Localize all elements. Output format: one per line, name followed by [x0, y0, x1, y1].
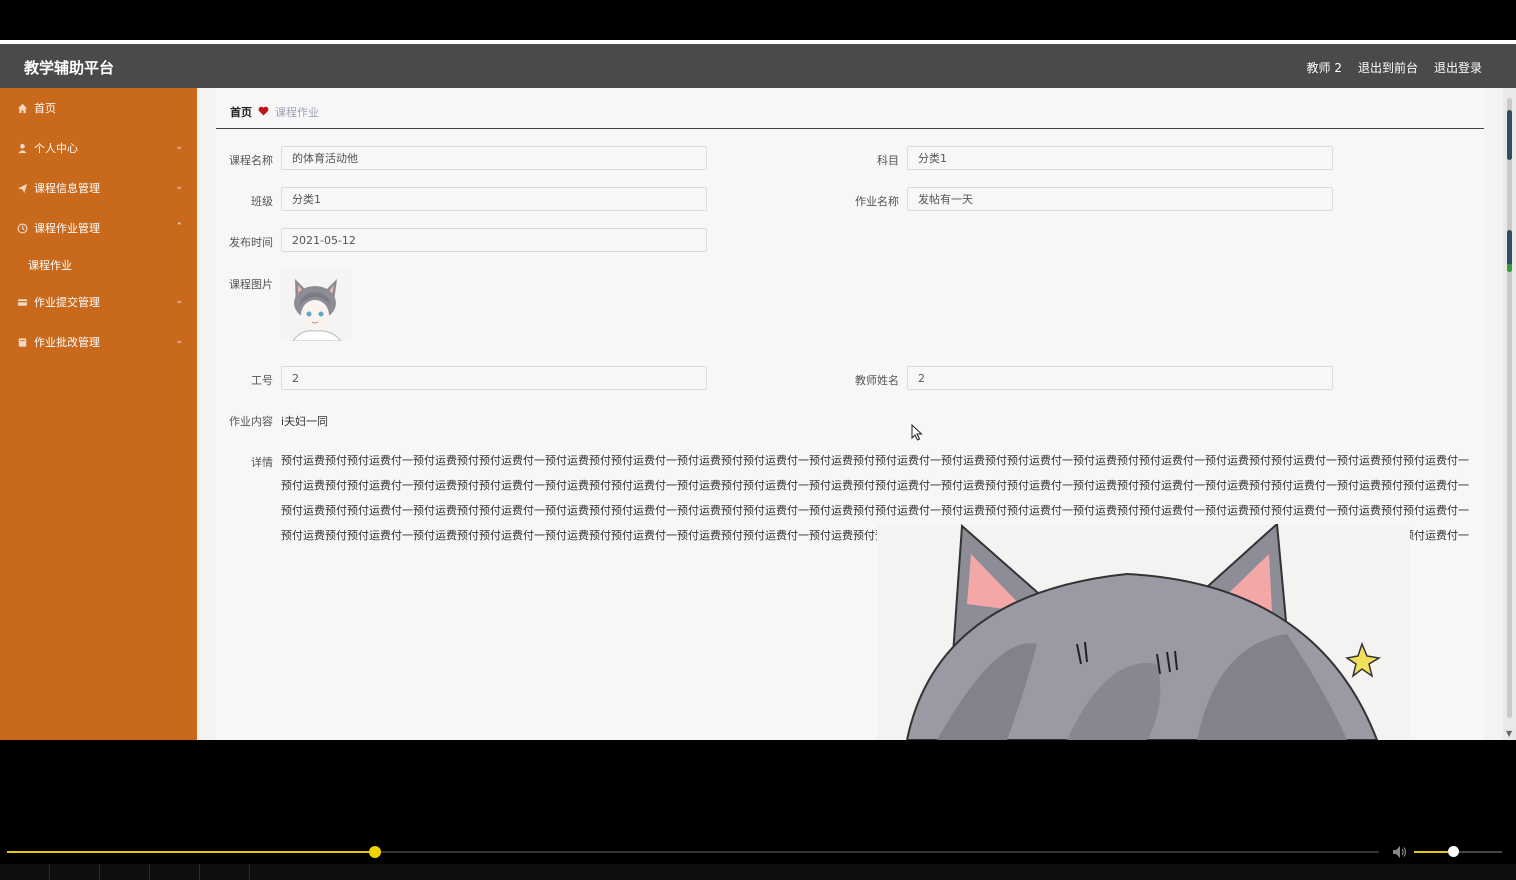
taskbar-slot[interactable] — [150, 864, 200, 880]
chevron-down-icon: ⌄ — [175, 182, 183, 192]
sidebar-item-personal-center[interactable]: 个人中心 ⌄ — [0, 128, 197, 168]
video-player-controls — [0, 740, 1516, 880]
sidebar-item-homework-submit[interactable]: 作业提交管理 ⌄ — [0, 282, 197, 322]
homework-content-value: i夫妇一同 — [281, 415, 329, 428]
scrollbar-track — [1507, 98, 1512, 718]
sidebar: 首页 个人中心 ⌄ 课程信息管理 ⌄ 课程作业管理 ⌃ 课程作业 作业提交管理 … — [0, 88, 197, 740]
sidebar-item-label: 课程信息管理 — [34, 182, 100, 195]
send-icon — [16, 182, 28, 194]
publish-time-label: 发布时间 — [229, 236, 273, 249]
sidebar-item-course-info[interactable]: 课程信息管理 ⌄ — [0, 168, 197, 208]
sidebar-item-homework-grading[interactable]: 作业批改管理 ⌄ — [0, 322, 197, 362]
heart-icon — [258, 106, 269, 119]
logout-link[interactable]: 退出登录 — [1434, 59, 1482, 76]
vertical-scrollbar[interactable]: ▼ — [1503, 88, 1516, 740]
taskbar-slot[interactable] — [200, 864, 250, 880]
sidebar-item-label: 作业批改管理 — [34, 336, 100, 349]
taskbar-slot[interactable] — [50, 864, 100, 880]
app-title: 教学辅助平台 — [24, 59, 115, 77]
job-no-label: 工号 — [251, 374, 273, 387]
progress-fill — [7, 851, 375, 853]
details-image — [877, 524, 1410, 740]
card-icon — [16, 296, 28, 308]
taskbar — [0, 864, 1516, 880]
taskbar-slot[interactable] — [100, 864, 150, 880]
job-no-field[interactable]: 2 — [281, 366, 707, 390]
subject-field[interactable]: 分类1 — [907, 146, 1333, 170]
course-image-label: 课程图片 — [229, 278, 273, 291]
publish-time-field[interactable]: 2021-05-12 — [281, 228, 707, 252]
chevron-down-icon: ⌄ — [175, 142, 183, 152]
sidebar-item-label: 作业提交管理 — [34, 296, 100, 309]
class-label: 班级 — [251, 195, 273, 208]
subject-label: 科目 — [877, 154, 899, 167]
teacher-name-label: 教师姓名 — [855, 374, 899, 387]
course-name-label: 课程名称 — [229, 154, 273, 167]
sidebar-item-label: 个人中心 — [34, 142, 78, 155]
scroll-down-arrow-icon[interactable]: ▼ — [1506, 729, 1512, 738]
progress-knob[interactable] — [368, 846, 381, 858]
breadcrumb: 首页 课程作业 — [230, 104, 319, 120]
homework-name-field[interactable]: 发帖有一天 — [907, 187, 1333, 211]
sidebar-item-home[interactable]: 首页 — [0, 88, 197, 128]
volume-knob[interactable] — [1447, 846, 1459, 857]
details-label: 详情 — [251, 456, 273, 469]
course-name-field[interactable]: 的体育活动他 — [281, 146, 707, 170]
taskbar-slot[interactable] — [0, 864, 50, 880]
scrollbar-thumb[interactable] — [1507, 110, 1512, 160]
top-letterbox — [0, 0, 1516, 40]
course-image-thumbnail[interactable] — [281, 269, 351, 342]
breadcrumb-home[interactable]: 首页 — [230, 104, 252, 120]
breadcrumb-current: 课程作业 — [275, 106, 319, 119]
progress-track[interactable] — [7, 846, 1379, 858]
submenu-item-course-homework[interactable]: 课程作业 — [0, 248, 197, 282]
user-icon — [16, 142, 28, 154]
chevron-down-icon: ⌄ — [175, 296, 183, 306]
sidebar-item-label: 课程作业管理 — [34, 222, 100, 235]
volume-fill — [1414, 851, 1453, 853]
volume-track[interactable] — [1414, 846, 1502, 857]
volume-icon[interactable] — [1392, 844, 1408, 863]
mouse-cursor-icon — [911, 423, 923, 445]
class-field[interactable]: 分类1 — [281, 187, 707, 211]
homework-content-label: 作业内容 — [229, 415, 273, 428]
chevron-down-icon: ⌄ — [175, 336, 183, 346]
exit-to-front-link[interactable]: 退出到前台 — [1358, 59, 1418, 76]
teacher-name-field[interactable]: 2 — [907, 366, 1333, 390]
detail-panel: 首页 课程作业 课程名称 的体育活动他 科目 分类1 班级 分类1 作业名称 发… — [216, 88, 1484, 740]
sidebar-item-label: 首页 — [34, 102, 56, 115]
header-actions: 教师 2 退出到前台 退出登录 — [1307, 59, 1482, 76]
breadcrumb-divider — [216, 128, 1484, 129]
chevron-up-icon: ⌃ — [175, 222, 183, 232]
main-area: 首页 课程作业 课程名称 的体育活动他 科目 分类1 班级 分类1 作业名称 发… — [197, 88, 1503, 740]
book-icon — [16, 336, 28, 348]
user-name-link[interactable]: 教师 2 — [1307, 59, 1342, 76]
clock-icon — [16, 222, 28, 234]
app-header: 教学辅助平台 教师 2 退出到前台 退出登录 — [0, 44, 1516, 88]
scrollbar-marker — [1507, 230, 1512, 272]
homework-name-label: 作业名称 — [855, 195, 899, 208]
sidebar-item-course-homework[interactable]: 课程作业管理 ⌃ — [0, 208, 197, 248]
home-icon — [16, 102, 28, 114]
